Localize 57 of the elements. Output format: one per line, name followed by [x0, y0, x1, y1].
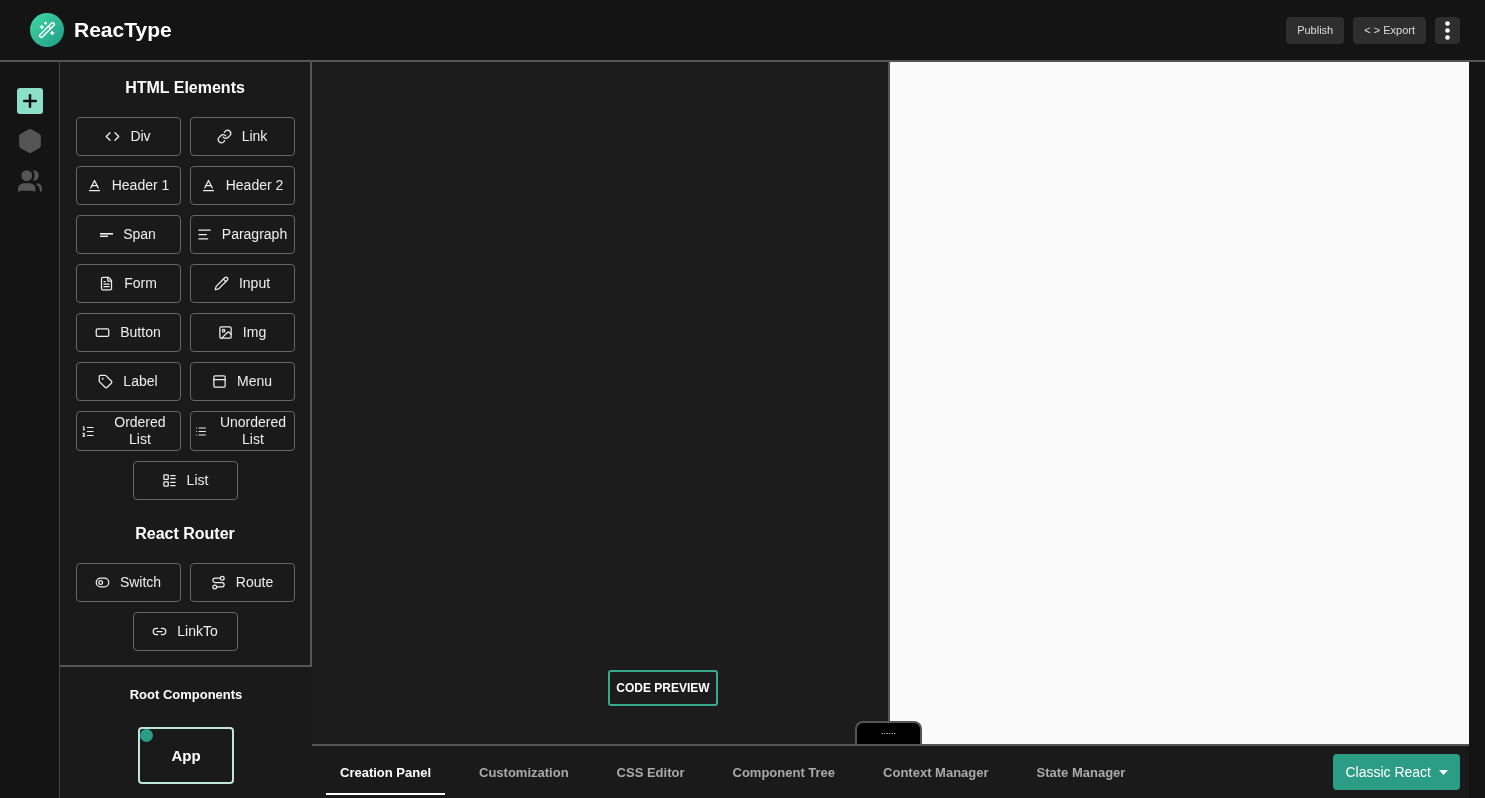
element-button[interactable]: Paragraph: [189, 215, 295, 254]
section-title: React Router: [135, 525, 235, 543]
paragraph-icon: [196, 227, 212, 242]
link-icon: [216, 129, 232, 144]
status-dot: [140, 729, 153, 742]
app-title: ReacType: [74, 18, 172, 42]
element-button[interactable]: LinkTo: [132, 612, 238, 651]
toggle-icon: [94, 575, 110, 590]
tag-icon: [98, 374, 114, 389]
element-button[interactable]: Span: [75, 215, 181, 254]
dash-icon: [100, 232, 114, 237]
text-icon: [86, 178, 102, 193]
element-button[interactable]: Unordered List: [189, 411, 295, 451]
pill-icon: [95, 325, 111, 340]
element-button[interactable]: Input: [189, 264, 295, 303]
logo-icon: [30, 13, 64, 47]
tab[interactable]: State Manager: [1022, 751, 1140, 795]
tab[interactable]: Component Tree: [718, 751, 850, 795]
tab[interactable]: CSS Editor: [602, 751, 699, 795]
section-title: Root Components: [129, 687, 243, 702]
caret-icon: [1439, 769, 1448, 775]
people-button[interactable]: [16, 168, 43, 194]
code-preview-button[interactable]: CODE PREVIEW: [608, 670, 718, 706]
element-button[interactable]: Menu: [189, 362, 295, 401]
document-icon: [99, 276, 115, 291]
section-title: HTML Elements: [125, 79, 245, 97]
more-icon: [1445, 20, 1450, 40]
route-icon: [210, 575, 226, 590]
element-button[interactable]: Div: [75, 117, 181, 156]
element-button[interactable]: List: [132, 461, 238, 500]
people-icon: [16, 168, 43, 194]
element-button[interactable]: Img: [189, 313, 295, 352]
tab[interactable]: Context Manager: [869, 751, 1003, 795]
element-button[interactable]: Header 2: [189, 166, 295, 205]
text-icon: [200, 178, 216, 193]
resize-handle[interactable]: ......: [855, 721, 922, 744]
image-icon: [217, 325, 233, 340]
plus-button[interactable]: [16, 88, 43, 114]
element-button[interactable]: Route: [189, 563, 295, 602]
list-icon: [161, 473, 177, 488]
element-button[interactable]: Header 1: [75, 166, 181, 205]
component-card[interactable]: App: [138, 727, 234, 784]
export-button[interactable]: < > Export: [1353, 16, 1426, 44]
window-icon: [212, 374, 227, 389]
element-button[interactable]: Ordered List: [75, 411, 181, 451]
element-button[interactable]: Label: [75, 362, 181, 401]
more-button[interactable]: [1435, 16, 1460, 44]
tab[interactable]: Creation Panel: [326, 751, 446, 795]
element-button[interactable]: Link: [189, 117, 295, 156]
code-icon: [105, 129, 121, 144]
tab[interactable]: Customization: [465, 751, 583, 795]
element-button[interactable]: Button: [75, 313, 181, 352]
ordered-list-icon: [80, 423, 95, 439]
publish-button[interactable]: Publish: [1286, 16, 1345, 44]
pencil-icon: [213, 276, 229, 291]
element-button[interactable]: Switch: [75, 563, 181, 602]
element-button[interactable]: Form: [75, 264, 181, 303]
